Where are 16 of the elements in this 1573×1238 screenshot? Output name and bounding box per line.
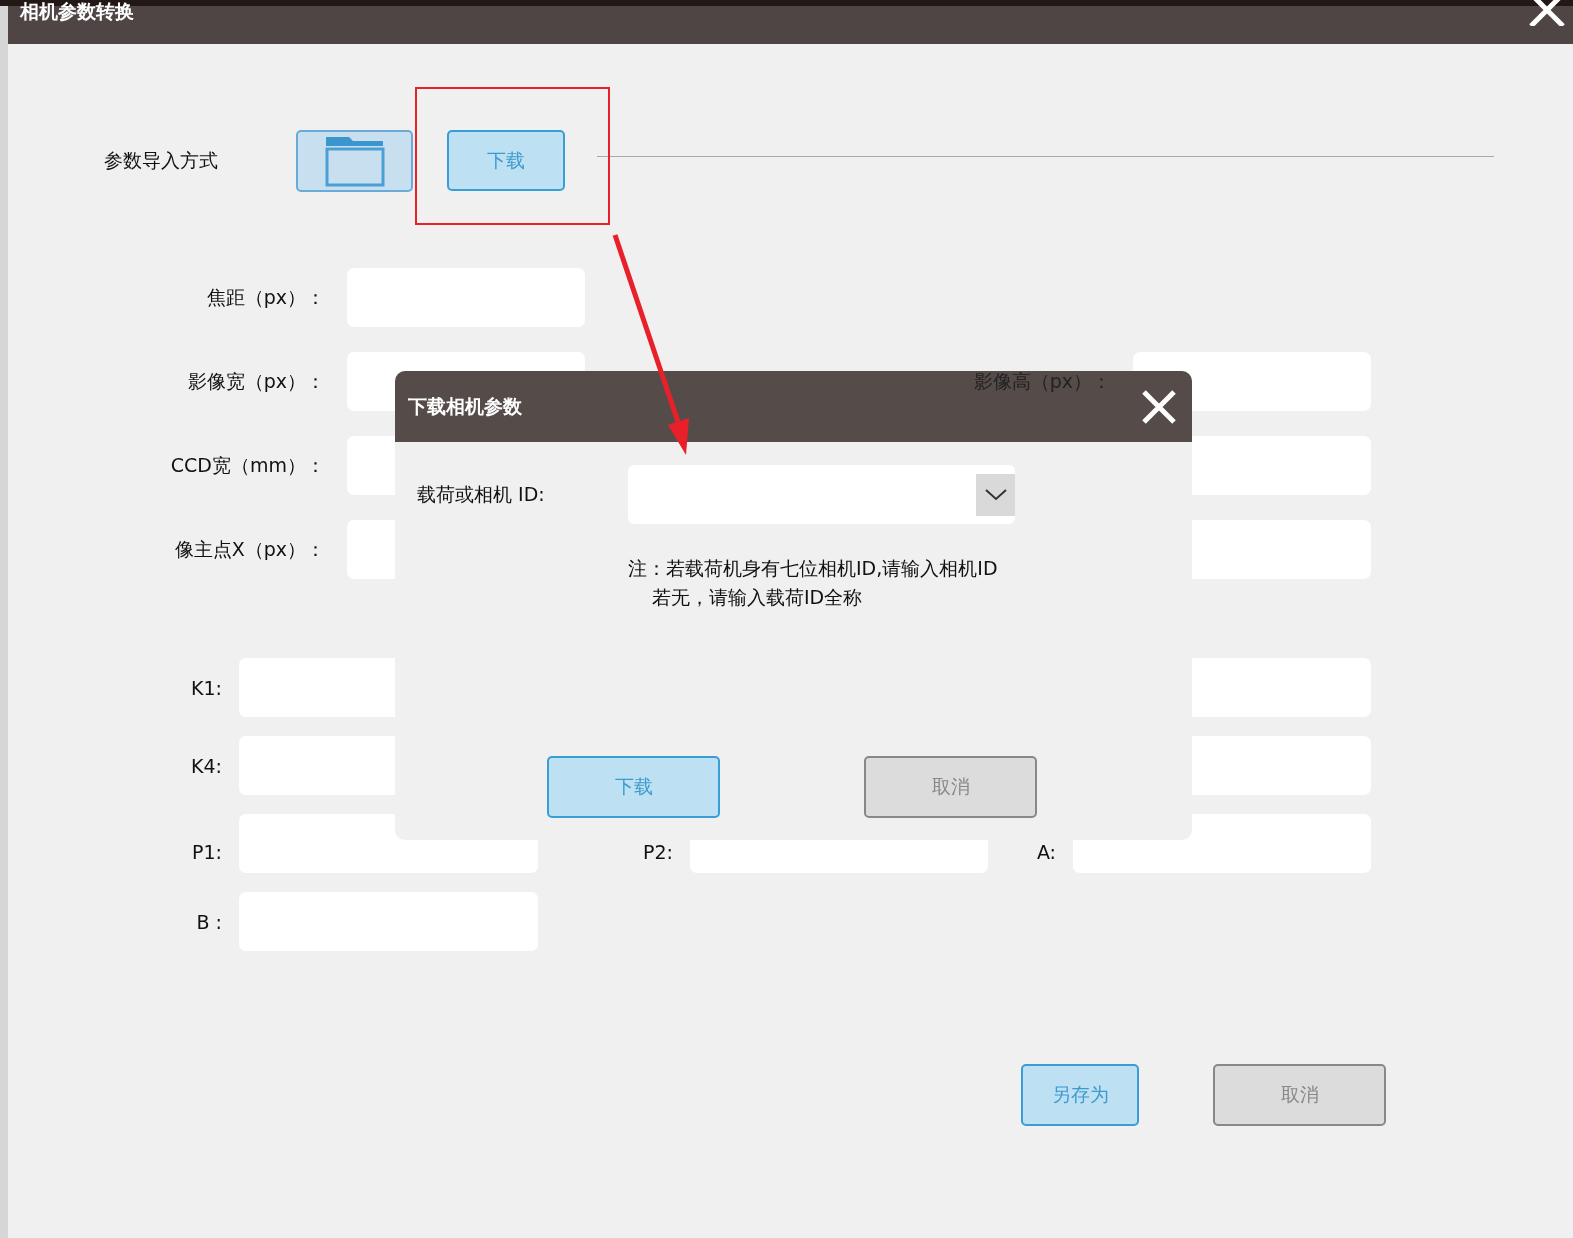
field-label: 焦距（px）： bbox=[205, 284, 326, 310]
field-label: P2: bbox=[642, 841, 674, 865]
dialog-title: 下载相机参数 bbox=[408, 393, 522, 419]
field-label: 载荷或相机 ID: bbox=[417, 481, 546, 507]
field-label: K4: bbox=[190, 754, 223, 777]
field-label: 像主点X（px）： bbox=[173, 536, 326, 562]
note-text: 若无，请输入载荷ID全称 bbox=[652, 585, 863, 610]
note-text: 注：若载荷机身有七位相机ID,请输入相机ID bbox=[628, 556, 998, 581]
field-label: CCD宽（mm）： bbox=[169, 452, 326, 478]
field-label: A: bbox=[1035, 841, 1057, 865]
import-method-label: 参数导入方式 bbox=[103, 148, 219, 173]
field-label: P1: bbox=[191, 841, 223, 865]
window-title: 相机参数转换 bbox=[20, 0, 134, 22]
field-label: 影像宽（px）： bbox=[186, 368, 326, 394]
field-label: B : bbox=[195, 910, 223, 933]
field-label: K1: bbox=[190, 676, 223, 699]
